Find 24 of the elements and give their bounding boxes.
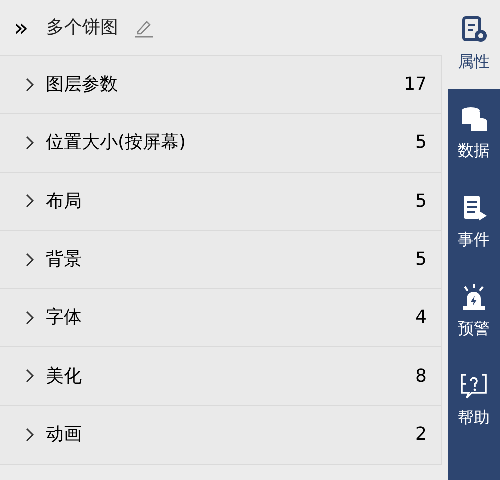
- sidebar-tab[interactable]: 事件: [448, 178, 500, 267]
- sidebar-tab[interactable]: 帮助: [448, 356, 500, 445]
- sidebar-tab[interactable]: 预警: [448, 267, 500, 356]
- chevron-icon: [24, 76, 36, 93]
- alarm-light-icon: [460, 282, 488, 310]
- sidebar-tab[interactable]: 属性: [448, 0, 500, 89]
- chevron-icon: [24, 426, 36, 443]
- property-group-row[interactable]: 背景 5: [0, 230, 441, 290]
- document-gear-icon: [460, 16, 488, 44]
- expand-button[interactable]: »: [10, 16, 33, 40]
- sidebar-tab[interactable]: 数据: [448, 89, 500, 178]
- property-group-row[interactable]: 图层参数 17: [0, 56, 441, 114]
- chevron-icon: [24, 310, 36, 326]
- property-group-row[interactable]: 布局 5: [0, 172, 441, 231]
- property-group-row[interactable]: 动画 2: [0, 406, 441, 464]
- panel-title: 多个饼图: [46, 16, 119, 40]
- chevron-icon: [24, 368, 36, 384]
- help-icon: [460, 372, 488, 400]
- chevron-icon: [24, 252, 36, 268]
- property-group-row[interactable]: 美化 8: [0, 347, 441, 406]
- chevron-icon: [24, 193, 36, 210]
- property-group-row[interactable]: 位置大小(按屏幕) 5: [0, 114, 441, 173]
- property-group-row[interactable]: 字体 4: [0, 289, 441, 348]
- chevron-icon: [24, 134, 36, 151]
